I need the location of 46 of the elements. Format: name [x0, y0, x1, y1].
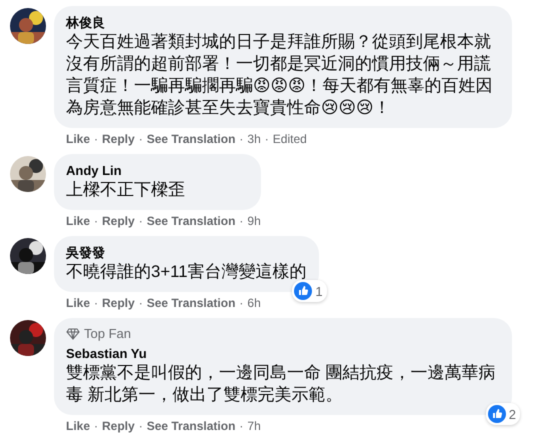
- separator-dot: ·: [94, 296, 98, 310]
- reaction-number: 1: [315, 284, 323, 298]
- timestamp[interactable]: 9h: [247, 214, 261, 228]
- separator-dot: ·: [264, 132, 269, 146]
- action-link[interactable]: See Translation: [146, 214, 236, 228]
- comment-text: 今天百姓過著類封城的日子是拜誰所賜？從頭到尾根本就沒有所謂的超前部署！一切都是冥近洞的慣用技倆～用謊言質症！一騙再騙擱再騙😡😡😡！每天都有無辜的百姓因為房意無能確診甚至失去寶貴性命😢😢😢！: [66, 31, 494, 119]
- separator-dot: ·: [138, 132, 143, 146]
- like-icon: [294, 282, 312, 300]
- action-link[interactable]: Reply: [102, 214, 135, 228]
- commenter-name[interactable]: Andy Lin: [66, 162, 249, 179]
- reaction-count[interactable]: 2: [486, 403, 520, 425]
- reaction-count[interactable]: 1: [292, 280, 327, 302]
- separator-dot: ·: [239, 214, 244, 228]
- separator-dot: ·: [138, 419, 143, 433]
- separator-dot: ·: [94, 419, 98, 433]
- separator-dot: ·: [239, 419, 244, 433]
- action-link[interactable]: Like: [66, 214, 90, 228]
- action-link[interactable]: Reply: [102, 419, 135, 433]
- action-link[interactable]: See Translation: [146, 419, 236, 433]
- action-link[interactable]: See Translation: [146, 132, 236, 146]
- edited-label: Edited: [272, 132, 307, 146]
- separator-dot: ·: [138, 214, 143, 228]
- separator-dot: ·: [94, 214, 98, 228]
- action-link[interactable]: Reply: [102, 296, 135, 310]
- comment-text: 不曉得誰的3+11害台灣變這樣的: [66, 261, 307, 283]
- action-link[interactable]: See Translation: [146, 296, 236, 310]
- reaction-number: 2: [508, 406, 516, 422]
- separator-dot: ·: [138, 296, 143, 310]
- commenter-name[interactable]: 吳發發: [66, 244, 307, 261]
- action-link[interactable]: Like: [66, 296, 90, 310]
- diamond-icon: [66, 328, 80, 340]
- timestamp[interactable]: 6h: [247, 296, 261, 310]
- commenter-name[interactable]: Sebastian Yu: [66, 345, 500, 362]
- action-link[interactable]: Like: [66, 419, 90, 433]
- like-icon: [488, 405, 506, 423]
- separator-dot: ·: [94, 132, 98, 146]
- separator-dot: ·: [239, 296, 244, 310]
- action-link[interactable]: Like: [66, 132, 90, 146]
- comment-text: 上樑不正下樑歪: [66, 179, 186, 201]
- top-fan-label: Top Fan: [84, 326, 131, 341]
- timestamp[interactable]: 7h: [247, 419, 261, 433]
- comment-text: 雙標黨不是叫假的，一邊同島一命 團結抗疫，一邊萬華病毒 新北第一，做出了雙標完美示範。: [66, 362, 497, 406]
- commenter-name[interactable]: 林俊良: [66, 14, 500, 31]
- timestamp[interactable]: 3h: [247, 132, 261, 146]
- separator-dot: ·: [239, 132, 244, 146]
- action-link[interactable]: Reply: [102, 132, 135, 146]
